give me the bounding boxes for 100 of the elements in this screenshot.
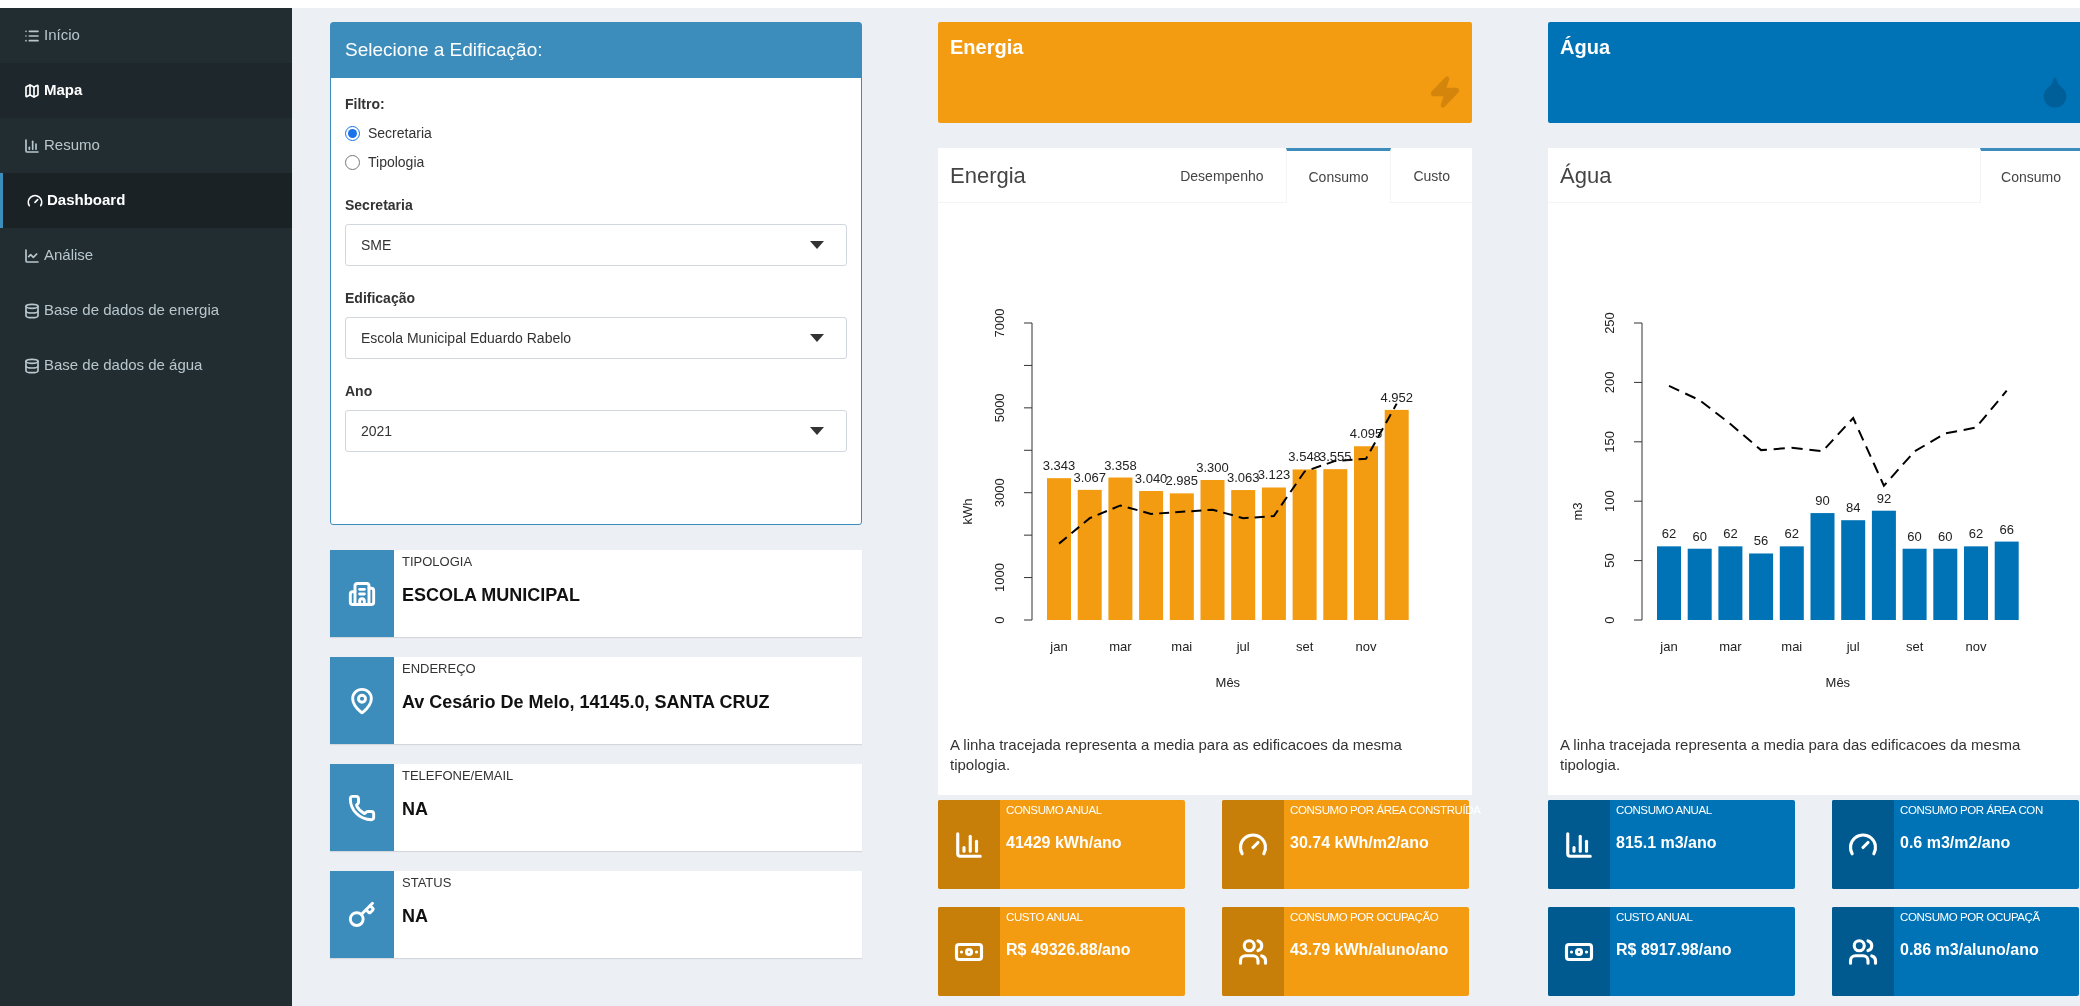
users-icon	[1238, 936, 1268, 967]
axis-title: Mês	[1825, 675, 1851, 690]
stat-value: R$ 49326.88/ano	[1006, 940, 1131, 961]
radio-option[interactable]: Tipologia	[345, 152, 847, 173]
field-label: Secretaria	[345, 196, 414, 215]
tick-label: jan	[1660, 639, 1678, 654]
tick-label: jul	[1236, 639, 1250, 654]
bar	[1933, 548, 1958, 620]
bar-chart-icon	[1564, 829, 1594, 860]
tick-label: mar	[1109, 639, 1132, 654]
tick-label: 200	[1602, 371, 1617, 394]
building-icon	[348, 579, 376, 608]
sidebar-item[interactable]: Base de dados de energia	[0, 283, 292, 338]
sidebar-item[interactable]: Base de dados de água	[0, 338, 292, 393]
stat-value: R$ 8917.98/ano	[1616, 940, 1732, 961]
sidebar-item[interactable]: Análise	[0, 228, 292, 283]
gauge-icon	[27, 192, 43, 209]
chart-caption: A linha tracejada representa a media para das edificacoes da mesma tipologia.	[1559, 735, 2022, 775]
stat-value: 30.74 kWh/m2/ano	[1290, 833, 1430, 854]
value-label: 92	[1876, 490, 1892, 506]
axis-title: kWh	[960, 498, 975, 525]
tick-label: jul	[1846, 639, 1860, 654]
select-field[interactable]: 2021	[345, 410, 847, 452]
tick-label: set	[1905, 639, 1924, 654]
value-label: 62	[1661, 526, 1677, 542]
stat-label: CUSTO ANUAL	[1006, 910, 1084, 925]
tick-label: 150	[1602, 430, 1617, 453]
value-label: 84	[1845, 500, 1861, 516]
tick-label: jan	[1050, 639, 1068, 654]
stat-value: 815.1 m3/ano	[1616, 833, 1717, 854]
stat-value: 41429 kWh/ano	[1006, 833, 1122, 854]
info-label: ENDEREÇO	[402, 660, 477, 678]
bar	[1687, 548, 1712, 620]
select-field[interactable]: Escola Municipal Eduardo Rabelo	[345, 317, 847, 359]
value-label: 3.343	[1042, 458, 1076, 474]
value-label: 3.067	[1073, 469, 1106, 485]
stat-label: CONSUMO POR OCUPAÇÃO	[1290, 910, 1440, 925]
value-label: 2.985	[1165, 473, 1199, 489]
tick-label: 0	[992, 616, 1007, 624]
value-label: 60	[1938, 528, 1953, 544]
tick-label: 1000	[992, 563, 1007, 593]
value-label: 4.095	[1349, 426, 1383, 442]
sidebar-item[interactable]: Mapa	[0, 63, 292, 118]
bar-chart-icon	[954, 829, 984, 860]
tick-label: nov	[1355, 639, 1377, 654]
caret-icon	[810, 427, 824, 435]
tick-label: 100	[1602, 490, 1617, 513]
stat-label: CONSUMO POR OCUPAÇÃ	[1900, 910, 2040, 925]
stat-label: CONSUMO POR ÁREA CON	[1900, 803, 2043, 818]
card-title: Energia	[949, 161, 1027, 190]
stat-label: CONSUMO ANUAL	[1616, 803, 1713, 818]
value-label: 60	[1692, 528, 1707, 544]
info-label: STATUS	[402, 874, 452, 892]
axis-title: m3	[1570, 502, 1585, 521]
tab[interactable]: Desempenho	[1158, 148, 1286, 202]
info-value: NA	[402, 797, 429, 821]
users-icon	[1848, 936, 1878, 967]
bar	[1902, 548, 1927, 620]
sidebar-item[interactable]: Resumo	[0, 118, 292, 173]
value-label: 4.952	[1380, 389, 1413, 405]
key-icon	[348, 900, 376, 929]
stat-value: 43.79 kWh/aluno/ano	[1290, 940, 1449, 961]
tick-label: mar	[1719, 639, 1742, 654]
value-label: 3.358	[1104, 457, 1137, 473]
header-title: Água	[1560, 36, 1610, 58]
tab[interactable]: Consumo	[1980, 148, 2080, 203]
tab[interactable]: Consumo	[1285, 148, 1392, 203]
tick-label: 3000	[992, 478, 1007, 508]
bar	[1749, 553, 1774, 620]
lightning-icon	[1428, 75, 1462, 109]
tick-label: 7000	[992, 308, 1007, 338]
sidebar-item[interactable]: Início	[0, 8, 292, 63]
value-label: 62	[1784, 526, 1800, 542]
caret-icon	[810, 241, 824, 249]
panel-title: Selecione a Edificação:	[345, 38, 543, 63]
info-value: ESCOLA MUNICIPAL	[402, 583, 580, 607]
axis-title: Mês	[1215, 675, 1241, 690]
info-value: NA	[402, 904, 429, 928]
tick-label: 5000	[992, 393, 1007, 423]
tab[interactable]: Custo	[1391, 148, 1472, 202]
stat-value: 0.6 m3/m2/ano	[1900, 833, 2012, 854]
tick-label: nov	[1965, 639, 1987, 654]
value-label: 3.548	[1288, 449, 1321, 465]
tick-label: 0	[1602, 616, 1617, 624]
select-field[interactable]: SME	[345, 224, 847, 266]
caret-icon	[810, 334, 824, 342]
stat-label: CONSUMO ANUAL	[1006, 803, 1103, 818]
value-label: 62	[1723, 526, 1738, 542]
info-value: Av Cesário De Melo, 14145.0, SANTA CRUZ	[402, 690, 770, 714]
value-label: 60	[1907, 528, 1922, 544]
value-label: 56	[1753, 533, 1769, 549]
field-label: Edificação	[345, 289, 417, 308]
map-icon	[24, 82, 40, 99]
stat-value: 0.86 m3/aluno/ano	[1900, 940, 2040, 961]
bar-chart-icon	[24, 137, 40, 154]
radio-option[interactable]: Secretaria	[345, 123, 847, 144]
sidebar-item[interactable]: Dashboard	[0, 173, 292, 228]
filter-label: Filtro:	[345, 95, 386, 114]
info-label: TIPOLOGIA	[402, 553, 474, 571]
header-title: Energia	[950, 36, 1024, 58]
